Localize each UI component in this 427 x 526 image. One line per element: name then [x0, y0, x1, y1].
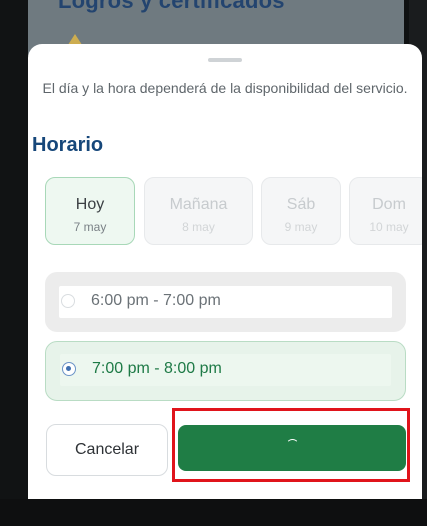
date-chip-sunday[interactable]: Dom 10 may — [349, 177, 422, 245]
left-edge — [0, 0, 28, 526]
date-value-label: 9 may — [284, 220, 318, 234]
date-day-label: Sáb — [286, 196, 316, 213]
availability-note: El día y la hora dependerá de la disponi… — [42, 80, 408, 96]
spinner-icon — [286, 439, 299, 452]
schedule-bottom-sheet: El día y la hora dependerá de la disponi… — [28, 44, 422, 499]
time-slot-option-selected[interactable]: 7:00 pm - 8:00 pm — [45, 341, 406, 401]
date-chip-saturday[interactable]: Sáb 9 may — [261, 177, 341, 245]
time-slot-label: 6:00 pm - 7:00 pm — [91, 292, 221, 309]
date-value-label: 7 may — [73, 220, 107, 234]
cancel-button[interactable]: Cancelar — [46, 424, 168, 476]
time-slot-label: 7:00 pm - 8:00 pm — [92, 360, 222, 377]
date-day-label: Mañana — [169, 196, 228, 213]
drag-handle[interactable] — [208, 58, 242, 62]
background-title: Logros y certificados — [58, 0, 285, 13]
time-slot-field: 6:00 pm - 7:00 pm — [59, 286, 392, 318]
date-selector: Hoy 7 may Mañana 8 may Sáb 9 may Dom 10 … — [45, 177, 422, 247]
date-day-label: Dom — [372, 196, 406, 213]
radio-unchecked-icon[interactable] — [61, 294, 75, 308]
date-day-label: Hoy — [75, 196, 105, 213]
date-value-label: 10 may — [369, 220, 409, 234]
date-value-label: 8 may — [182, 220, 215, 234]
time-slot-option[interactable]: 6:00 pm - 7:00 pm — [45, 272, 406, 332]
time-slot-field: 7:00 pm - 8:00 pm — [60, 354, 391, 386]
radio-checked-icon[interactable] — [62, 362, 76, 376]
date-chip-today[interactable]: Hoy 7 may — [45, 177, 135, 245]
bottom-bar — [0, 499, 427, 526]
date-chip-tomorrow[interactable]: Mañana 8 may — [144, 177, 253, 245]
confirm-button[interactable] — [178, 425, 406, 471]
schedule-title: Horario — [32, 134, 104, 156]
